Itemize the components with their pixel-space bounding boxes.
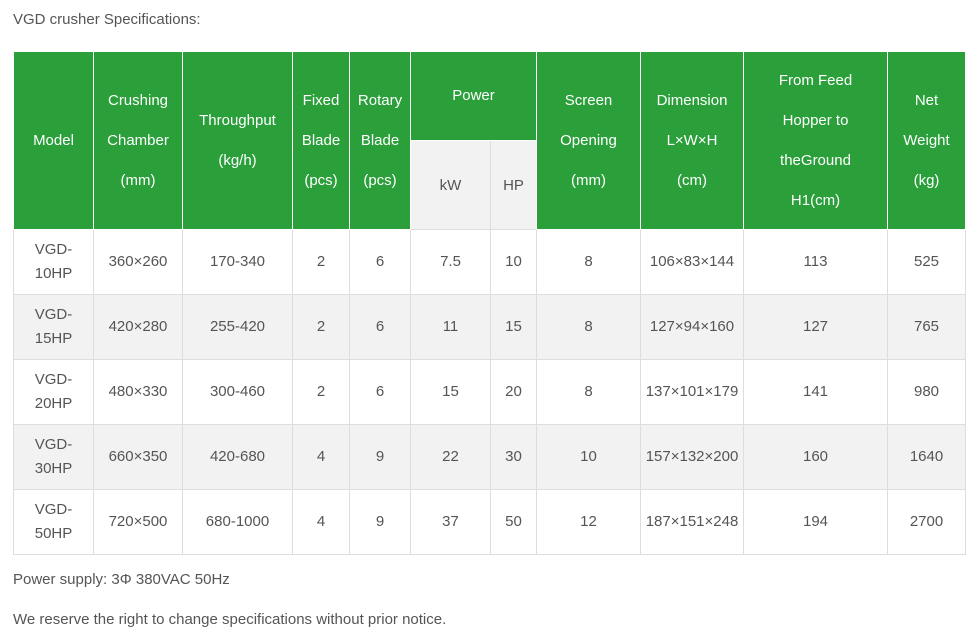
cell-rotary-blade: 9 [349,424,411,490]
cell-screen-opening: 8 [536,294,641,360]
cell-model: VGD- 20HP [13,359,94,425]
cell-throughput: 680-1000 [182,489,293,555]
cell-net-weight: 980 [887,359,966,425]
cell-power-hp: 15 [490,294,537,360]
cell-rotary-blade: 9 [349,489,411,555]
cell-power-kw: 37 [410,489,491,555]
model-line: VGD- [34,241,73,258]
cell-rotary-blade: 6 [349,294,411,360]
cell-net-weight: 765 [887,294,966,360]
cell-fixed-blade: 2 [292,229,350,295]
cell-dimension: 157×132×200 [640,424,744,490]
cell-screen-opening: 8 [536,229,641,295]
cell-power-kw: 7.5 [410,229,491,295]
model-line: VGD- [34,306,73,323]
cell-net-weight: 525 [887,229,966,295]
cell-dimension: 137×101×179 [640,359,744,425]
cell-feed-hopper-height: 141 [743,359,888,425]
cell-screen-opening: 10 [536,424,641,490]
model-line: VGD- [34,371,73,388]
model-line: 20HP [34,395,73,412]
cell-crushing-chamber: 360×260 [93,229,183,295]
cell-rotary-blade: 6 [349,359,411,425]
cell-throughput: 170-340 [182,229,293,295]
header-crushing-chamber: Crushing Chamber (mm) [93,51,183,230]
table-row: VGD- 10HP 360×260 170-340 2 6 7.5 10 8 106×83×144… [13,229,966,295]
header-screen-opening: Screen Opening (mm) [536,51,641,230]
model-line: VGD- [34,436,73,453]
cell-model: VGD- 30HP [13,424,94,490]
model-line: 15HP [34,330,73,347]
cell-power-kw: 11 [410,294,491,360]
header-feed-hopper-height: From Feed Hopper to theGround H1(cm) [743,51,888,230]
header-power-kw: kW [410,140,491,230]
cell-feed-hopper-height: 127 [743,294,888,360]
cell-feed-hopper-height: 160 [743,424,888,490]
header-power-hp: HP [490,140,537,230]
cell-crushing-chamber: 720×500 [93,489,183,555]
model-line: 50HP [34,525,73,542]
cell-crushing-chamber: 660×350 [93,424,183,490]
cell-power-hp: 10 [490,229,537,295]
model-line: 30HP [34,460,73,477]
table-row: VGD- 20HP 480×330 300-460 2 6 15 20 8 137×101×179… [13,359,966,425]
table-row: VGD- 50HP 720×500 680-1000 4 9 37 50 12 187×151×2… [13,489,966,555]
cell-net-weight: 1640 [887,424,966,490]
cell-dimension: 127×94×160 [640,294,744,360]
cell-fixed-blade: 4 [292,424,350,490]
cell-crushing-chamber: 420×280 [93,294,183,360]
power-supply-note: Power supply: 3Φ 380VAC 50Hz [13,571,230,588]
cell-feed-hopper-height: 194 [743,489,888,555]
cell-power-hp: 20 [490,359,537,425]
cell-dimension: 106×83×144 [640,229,744,295]
header-throughput: Throughput (kg/h) [182,51,293,230]
cell-fixed-blade: 2 [292,359,350,425]
cell-power-hp: 50 [490,489,537,555]
cell-feed-hopper-height: 113 [743,229,888,295]
cell-dimension: 187×151×248 [640,489,744,555]
cell-power-kw: 15 [410,359,491,425]
header-power: Power [410,51,537,141]
disclaimer-note: We reserve the right to change specifica… [13,611,447,628]
model-line: 10HP [34,265,73,282]
table-row: VGD- 30HP 660×350 420-680 4 9 22 30 10 157×132×20… [13,424,966,490]
cell-power-hp: 30 [490,424,537,490]
header-rotary-blade: Rotary Blade (pcs) [349,51,411,230]
table-row: VGD- 15HP 420×280 255-420 2 6 11 15 8 127×94×160 1… [13,294,966,360]
cell-model: VGD- 15HP [13,294,94,360]
cell-screen-opening: 12 [536,489,641,555]
model-line: VGD- [34,501,73,518]
cell-model: VGD- 10HP [13,229,94,295]
cell-fixed-blade: 2 [292,294,350,360]
header-model: Model [13,51,94,230]
header-dimension: Dimension L×W×H (cm) [640,51,744,230]
cell-crushing-chamber: 480×330 [93,359,183,425]
cell-throughput: 300-460 [182,359,293,425]
cell-throughput: 420-680 [182,424,293,490]
cell-throughput: 255-420 [182,294,293,360]
cell-rotary-blade: 6 [349,229,411,295]
cell-screen-opening: 8 [536,359,641,425]
cell-power-kw: 22 [410,424,491,490]
table-caption: VGD crusher Specifications: [13,11,201,28]
cell-fixed-blade: 4 [292,489,350,555]
header-net-weight: Net Weight (kg) [887,51,966,230]
header-fixed-blade: Fixed Blade (pcs) [292,51,350,230]
cell-model: VGD- 50HP [13,489,94,555]
specifications-table: Model Crushing Chamber (mm) Throughput (… [13,51,966,555]
cell-net-weight: 2700 [887,489,966,555]
